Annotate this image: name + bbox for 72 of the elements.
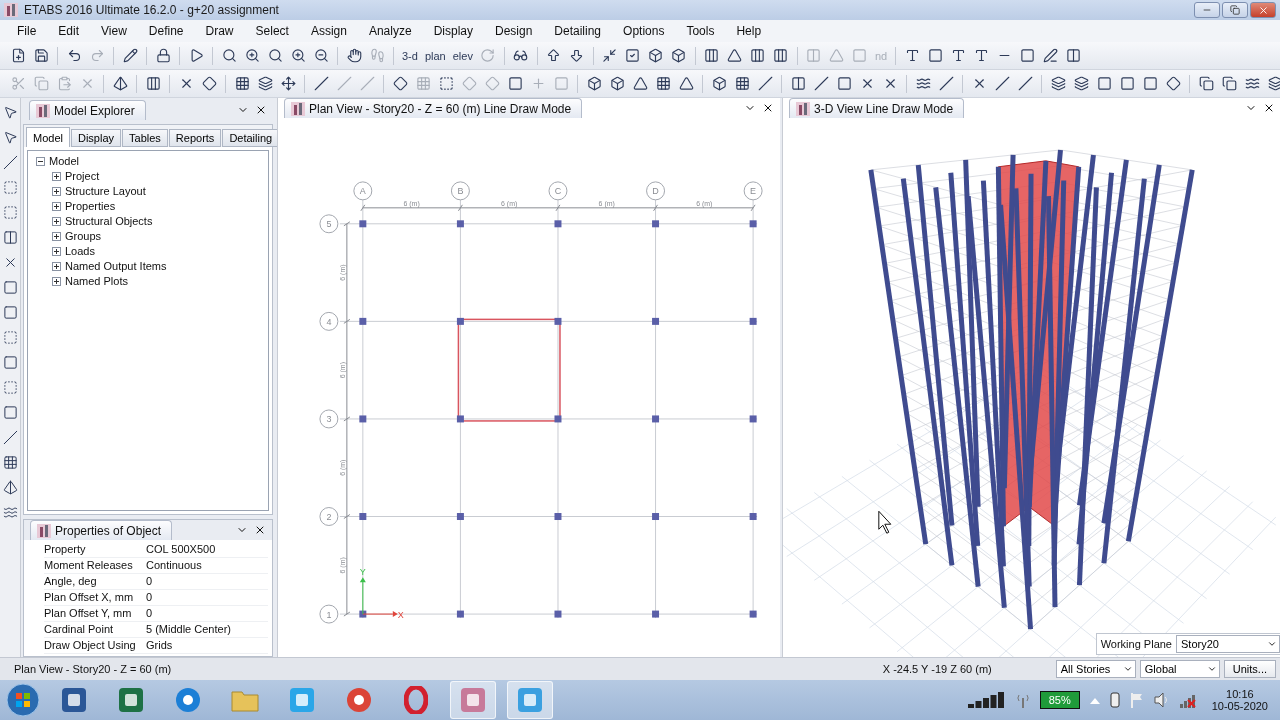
explorer-tab[interactable]: Reports (168, 129, 222, 147)
menu-item[interactable]: Design (484, 24, 544, 38)
property-name: Cardinal Point (44, 622, 146, 638)
property-value[interactable]: 0 (146, 590, 268, 606)
panel-tab[interactable]: Model Explorer (29, 100, 146, 120)
menu-item[interactable]: Define (137, 24, 195, 38)
tree-item[interactable]: Properties (65, 200, 116, 212)
clock-time[interactable]: 10:16 (1226, 688, 1254, 700)
status-text: Plan View - Story20 - Z = 60 (m) (14, 663, 172, 675)
window-title: ETABS 2016 Ultimate 16.2.0 - g+20 assignment (24, 3, 279, 17)
explorer-tab[interactable]: Model (26, 127, 70, 147)
property-value[interactable]: 0 (146, 574, 268, 590)
working-plane-label: Working Plane (1100, 638, 1172, 650)
panel-tab[interactable]: Properties of Object (30, 520, 173, 540)
axis-label: X (397, 610, 404, 621)
property-value[interactable]: Grids (146, 638, 268, 654)
grid-bubble: 2 (319, 507, 339, 526)
menu-item[interactable]: Display (422, 24, 484, 38)
panel-tab[interactable]: 3-D View Line Draw Mode (789, 98, 965, 118)
property-name: Draw Object Using (44, 638, 146, 654)
units-button[interactable]: Units... (1223, 660, 1276, 678)
grid-bubble: C (548, 181, 568, 201)
menu-item[interactable]: Edit (47, 24, 91, 38)
menu-item[interactable]: Detailing (543, 24, 613, 38)
menu-item[interactable]: Tools (675, 24, 726, 38)
property-name: Property (44, 542, 146, 558)
explorer-tab[interactable]: Detailing (222, 129, 280, 147)
grid-bubble: D (646, 181, 666, 201)
property-value[interactable]: 5 (Middle Center) (146, 622, 268, 638)
menu-item[interactable]: Options (612, 24, 676, 38)
grid-bubble: 4 (319, 311, 339, 331)
explorer-tab[interactable]: Display (70, 129, 122, 147)
menu-item[interactable]: Select (244, 24, 300, 38)
axis-label: Y (359, 567, 366, 578)
property-name: Plan Offset X, mm (44, 590, 146, 606)
tree-item[interactable]: Named Plots (65, 275, 128, 287)
grid-bubble: 1 (319, 604, 339, 624)
property-value[interactable]: COL 500X500 (146, 542, 268, 558)
tree-item[interactable]: Loads (65, 245, 95, 257)
grid-bubble: 3 (319, 409, 339, 429)
battery-indicator[interactable]: 85% (1039, 691, 1080, 709)
tree-item[interactable]: Structure Layout (65, 185, 146, 197)
property-name: Moment Releases (44, 558, 146, 574)
stories-dropdown[interactable]: All Stories (1055, 660, 1136, 678)
tree-item[interactable]: Model (49, 155, 79, 167)
property-name: Plan Offset Y, mm (44, 606, 146, 622)
view-mode-button[interactable]: plan (422, 45, 448, 66)
menu-item[interactable]: File (6, 24, 48, 38)
tree-item[interactable]: Groups (65, 230, 102, 242)
view-mode-button[interactable]: elev (450, 45, 475, 66)
property-value[interactable]: Continuous (146, 558, 268, 574)
panel-tab[interactable]: Plan View - Story20 - Z = 60 (m) Line Draw Mode (284, 98, 583, 118)
grid-bubble: E (743, 181, 763, 201)
coordinate-system-dropdown[interactable]: Global (1139, 660, 1220, 678)
clock-date[interactable]: 10-05-2020 (1211, 700, 1268, 712)
menu-item[interactable]: Assign (299, 24, 358, 38)
grid-bubble: B (450, 181, 470, 201)
explorer-tab[interactable]: Tables (122, 129, 168, 147)
view-mode-button[interactable]: 3-d (400, 45, 420, 66)
tree-item[interactable]: Structural Objects (65, 215, 153, 227)
menu-item[interactable]: Help (725, 24, 773, 38)
menu-item[interactable]: Analyze (357, 24, 423, 38)
menu-item[interactable]: Draw (194, 24, 245, 38)
property-name: Angle, deg (44, 574, 146, 590)
property-value[interactable]: 0 (146, 606, 268, 622)
grid-bubble: A (353, 181, 373, 201)
working-plane-dropdown[interactable]: Story20 (1176, 635, 1280, 653)
cursor-coordinates: X -24.5 Y -19 Z 60 (m) (882, 663, 992, 675)
tree-item[interactable]: Named Output Items (65, 260, 167, 272)
menu-item[interactable]: View (90, 24, 138, 38)
tree-item[interactable]: Project (65, 170, 100, 182)
grid-bubble: 5 (319, 214, 339, 234)
